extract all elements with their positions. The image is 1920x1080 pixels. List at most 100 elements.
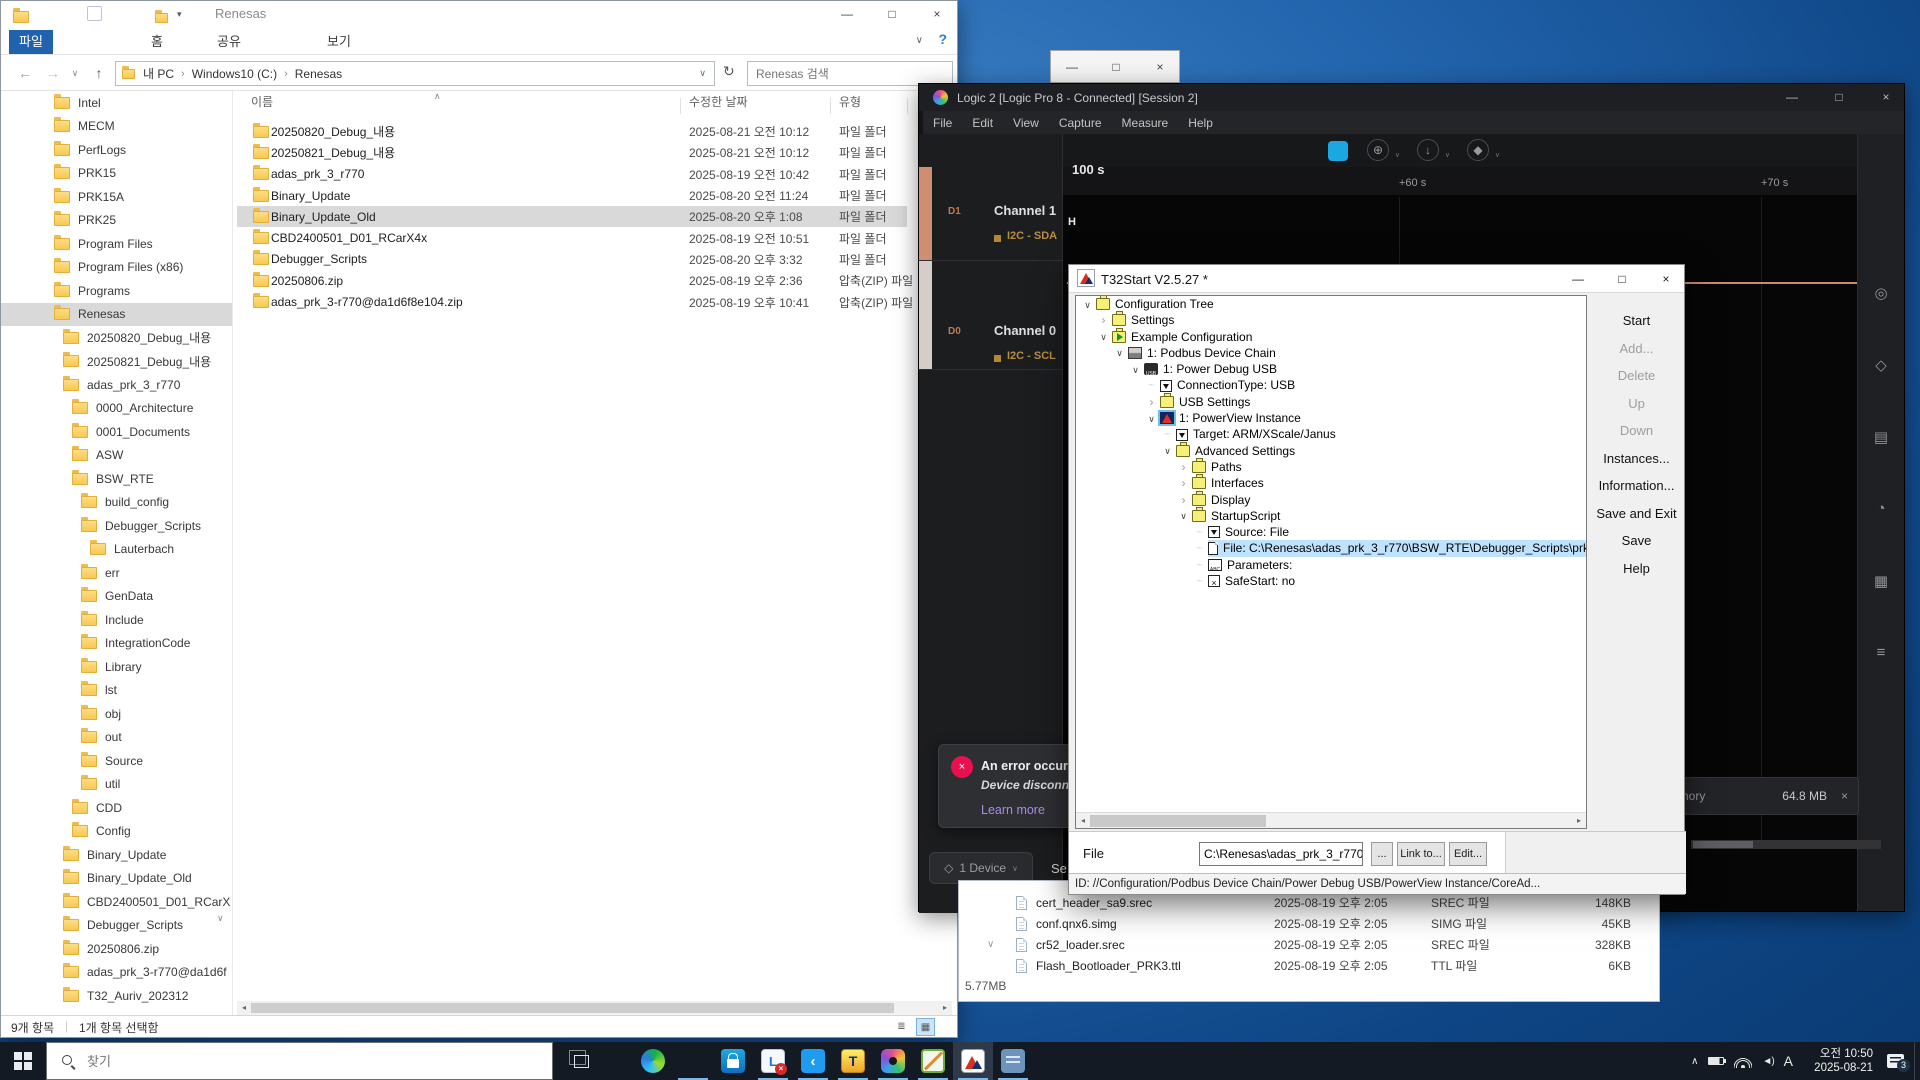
close-button[interactable]: × bbox=[1652, 265, 1680, 293]
edge-icon[interactable] bbox=[633, 1042, 673, 1080]
expand-icon[interactable] bbox=[1159, 425, 1176, 443]
battery-icon[interactable] bbox=[1708, 1057, 1724, 1065]
edit-button[interactable]: Edit... bbox=[1449, 842, 1487, 866]
tree-item[interactable]: Display bbox=[1076, 492, 1586, 508]
sidebar-item[interactable]: IntegrationCode bbox=[1, 632, 232, 656]
sidebar-item[interactable]: MECM bbox=[1, 115, 232, 139]
ime-indicator[interactable]: A bbox=[1784, 1053, 1793, 1069]
file-row[interactable]: 20250820_Debug_내용 2025-08-21 오전 10:12 파일… bbox=[237, 121, 907, 142]
sidebar-item[interactable]: out bbox=[1, 726, 232, 750]
device-settings-icon[interactable]: ⊕ bbox=[1367, 139, 1389, 161]
forward-button[interactable]: → bbox=[41, 61, 65, 85]
show-desktop-button[interactable] bbox=[1914, 1042, 1920, 1080]
sidebar-item[interactable]: err bbox=[1, 561, 232, 585]
action-button[interactable]: Start bbox=[1587, 307, 1686, 335]
tree-item[interactable]: Paths bbox=[1076, 459, 1586, 475]
file-row[interactable]: cert_header_sa9.srec 2025-08-19 오후 2:05 … bbox=[959, 892, 1659, 913]
scrollbar-thumb[interactable] bbox=[251, 1003, 894, 1013]
link-to-button[interactable]: Link to... bbox=[1397, 842, 1445, 866]
taskbar-search-input[interactable] bbox=[85, 1053, 485, 1070]
sidebar-item[interactable]: PRK15A bbox=[1, 185, 232, 209]
address-dropdown-icon[interactable]: ∨ bbox=[699, 68, 706, 79]
menu-item[interactable]: File bbox=[923, 116, 962, 130]
sidebar-item[interactable]: Lauterbach bbox=[1, 538, 232, 562]
file-row[interactable]: Debugger_Scripts 2025-08-20 오후 3:32 파일 폴… bbox=[237, 249, 907, 270]
close-button[interactable]: × bbox=[1146, 51, 1174, 83]
file-row[interactable]: Binary_Update_Old 2025-08-20 오후 1:08 파일 … bbox=[237, 206, 907, 227]
list-icon[interactable]: ≡ bbox=[1877, 644, 1886, 716]
scroll-left-icon[interactable]: ◂ bbox=[237, 1001, 251, 1015]
action-button[interactable]: Down bbox=[1587, 417, 1686, 445]
large-icons-view-icon[interactable]: ▦ bbox=[916, 1018, 935, 1036]
channel0-name[interactable]: Channel 0 bbox=[994, 323, 1056, 338]
breadcrumb[interactable]: 내 PC › Windows10 (C:) › Renesas ∨ bbox=[115, 61, 715, 86]
file-row[interactable]: Binary_Update 2025-08-20 오전 11:24 파일 폴더 bbox=[237, 185, 907, 206]
measurements-icon[interactable]: ◇ bbox=[1875, 356, 1887, 428]
file-row[interactable]: Flash_Bootloader_PRK3.ttl 2025-08-19 오후 … bbox=[959, 955, 1659, 976]
sidebar-item[interactable]: Include bbox=[1, 608, 232, 632]
tree-item[interactable]: Advanced Settings bbox=[1076, 443, 1586, 459]
ribbon-tab[interactable]: 보기 bbox=[317, 30, 361, 54]
sidebar-item[interactable]: T32_Auriv_202312 bbox=[1, 984, 232, 1008]
minimize-button[interactable]: — bbox=[833, 1, 861, 27]
quick-access-check-icon[interactable] bbox=[87, 6, 102, 21]
action-button[interactable]: Help bbox=[1587, 555, 1686, 583]
store-icon[interactable] bbox=[713, 1042, 753, 1080]
tree-item[interactable]: Parameters: bbox=[1076, 557, 1586, 573]
explorer-icon[interactable] bbox=[673, 1042, 713, 1080]
back-button[interactable]: ← bbox=[13, 61, 37, 85]
trace32-icon[interactable]: T bbox=[833, 1042, 873, 1080]
learn-more-link[interactable]: Learn more bbox=[981, 803, 1045, 817]
sidebar-item[interactable]: PRK25 bbox=[1, 209, 232, 233]
sidebar-item[interactable]: build_config bbox=[1, 491, 232, 515]
capture-button[interactable] bbox=[1328, 141, 1348, 161]
expand-icon[interactable] bbox=[1175, 475, 1192, 491]
tray-expand-icon[interactable]: ∧ bbox=[1691, 1056, 1698, 1067]
channel0-analyzer-label[interactable]: I2C - SCL bbox=[1007, 350, 1056, 362]
mini-scrollbar[interactable] bbox=[1691, 840, 1881, 849]
action-button[interactable]: Add... bbox=[1587, 335, 1686, 363]
trigger-icon[interactable]: ◆ bbox=[1467, 139, 1489, 161]
search-input[interactable] bbox=[748, 62, 952, 85]
action-button[interactable]: Save and Exit bbox=[1587, 500, 1686, 528]
sidebar-item[interactable]: Intel bbox=[1, 91, 232, 115]
ribbon-tab[interactable]: 홈 bbox=[141, 30, 173, 54]
file-row[interactable]: 20250821_Debug_내용 2025-08-21 오전 10:12 파일… bbox=[237, 142, 907, 163]
column-header-name[interactable]: 이름 bbox=[251, 93, 273, 117]
tree-item[interactable]: Example Configuration bbox=[1076, 329, 1586, 345]
close-button[interactable]: × bbox=[1872, 84, 1900, 111]
sidebar-item[interactable]: Source bbox=[1, 749, 232, 773]
sidebar-item[interactable]: PRK15 bbox=[1, 162, 232, 186]
sidebar-item[interactable]: Binary_Update_Old bbox=[1, 867, 232, 891]
sidebar-item[interactable]: Programs bbox=[1, 279, 232, 303]
file-row[interactable]: adas_prk_3_r770 2025-08-19 오전 10:42 파일 폴… bbox=[237, 164, 907, 185]
scroll-right-icon[interactable]: ▸ bbox=[1572, 814, 1586, 828]
horizontal-scrollbar[interactable]: ◂ ▸ bbox=[237, 1001, 952, 1015]
minimize-button[interactable]: — bbox=[1564, 265, 1592, 293]
tree-item[interactable]: StartupScript bbox=[1076, 508, 1586, 524]
sidebar-item[interactable]: Library bbox=[1, 655, 232, 679]
sort-ascending-icon[interactable]: ∧ bbox=[434, 91, 441, 102]
channel1-analyzer-label[interactable]: I2C - SDA bbox=[1007, 230, 1057, 242]
menu-item[interactable]: View bbox=[1003, 116, 1049, 130]
sidebar-item[interactable]: 0001_Documents bbox=[1, 420, 232, 444]
sidebar-item[interactable]: BSW_RTE bbox=[1, 467, 232, 491]
sidebar-item[interactable]: 0000_Architecture bbox=[1, 397, 232, 421]
file-path-input[interactable]: C:\Renesas\adas_prk_3_r770\BSW_F bbox=[1199, 842, 1363, 866]
maximize-button[interactable]: □ bbox=[1825, 84, 1853, 111]
task-view-button[interactable] bbox=[560, 1042, 602, 1080]
channel1-name[interactable]: Channel 1 bbox=[994, 203, 1056, 218]
annotations-icon[interactable]: ◎ bbox=[1874, 284, 1887, 356]
logic-app-icon[interactable]: L bbox=[753, 1042, 793, 1080]
capture-mode-icon[interactable]: ↓ bbox=[1417, 139, 1439, 161]
file-row[interactable]: cr52_loader.srec 2025-08-19 오후 2:05 SREC… bbox=[959, 934, 1659, 955]
sidebar-item[interactable]: Program Files (x86) bbox=[1, 256, 232, 280]
close-icon[interactable]: × bbox=[1841, 789, 1848, 803]
expand-icon[interactable] bbox=[1127, 361, 1144, 378]
scroll-left-icon[interactable]: ◂ bbox=[1076, 814, 1090, 828]
saleae-logic-icon[interactable] bbox=[873, 1042, 913, 1080]
sidebar-item[interactable]: 20250806.zip bbox=[1, 937, 232, 961]
quick-access-caret-icon[interactable]: ▾ bbox=[177, 9, 182, 20]
tree-item[interactable]: 1: Power Debug USB bbox=[1076, 361, 1586, 377]
file-row[interactable]: adas_prk_3-r770@da1d6f8e104.zip 2025-08-… bbox=[237, 291, 907, 312]
